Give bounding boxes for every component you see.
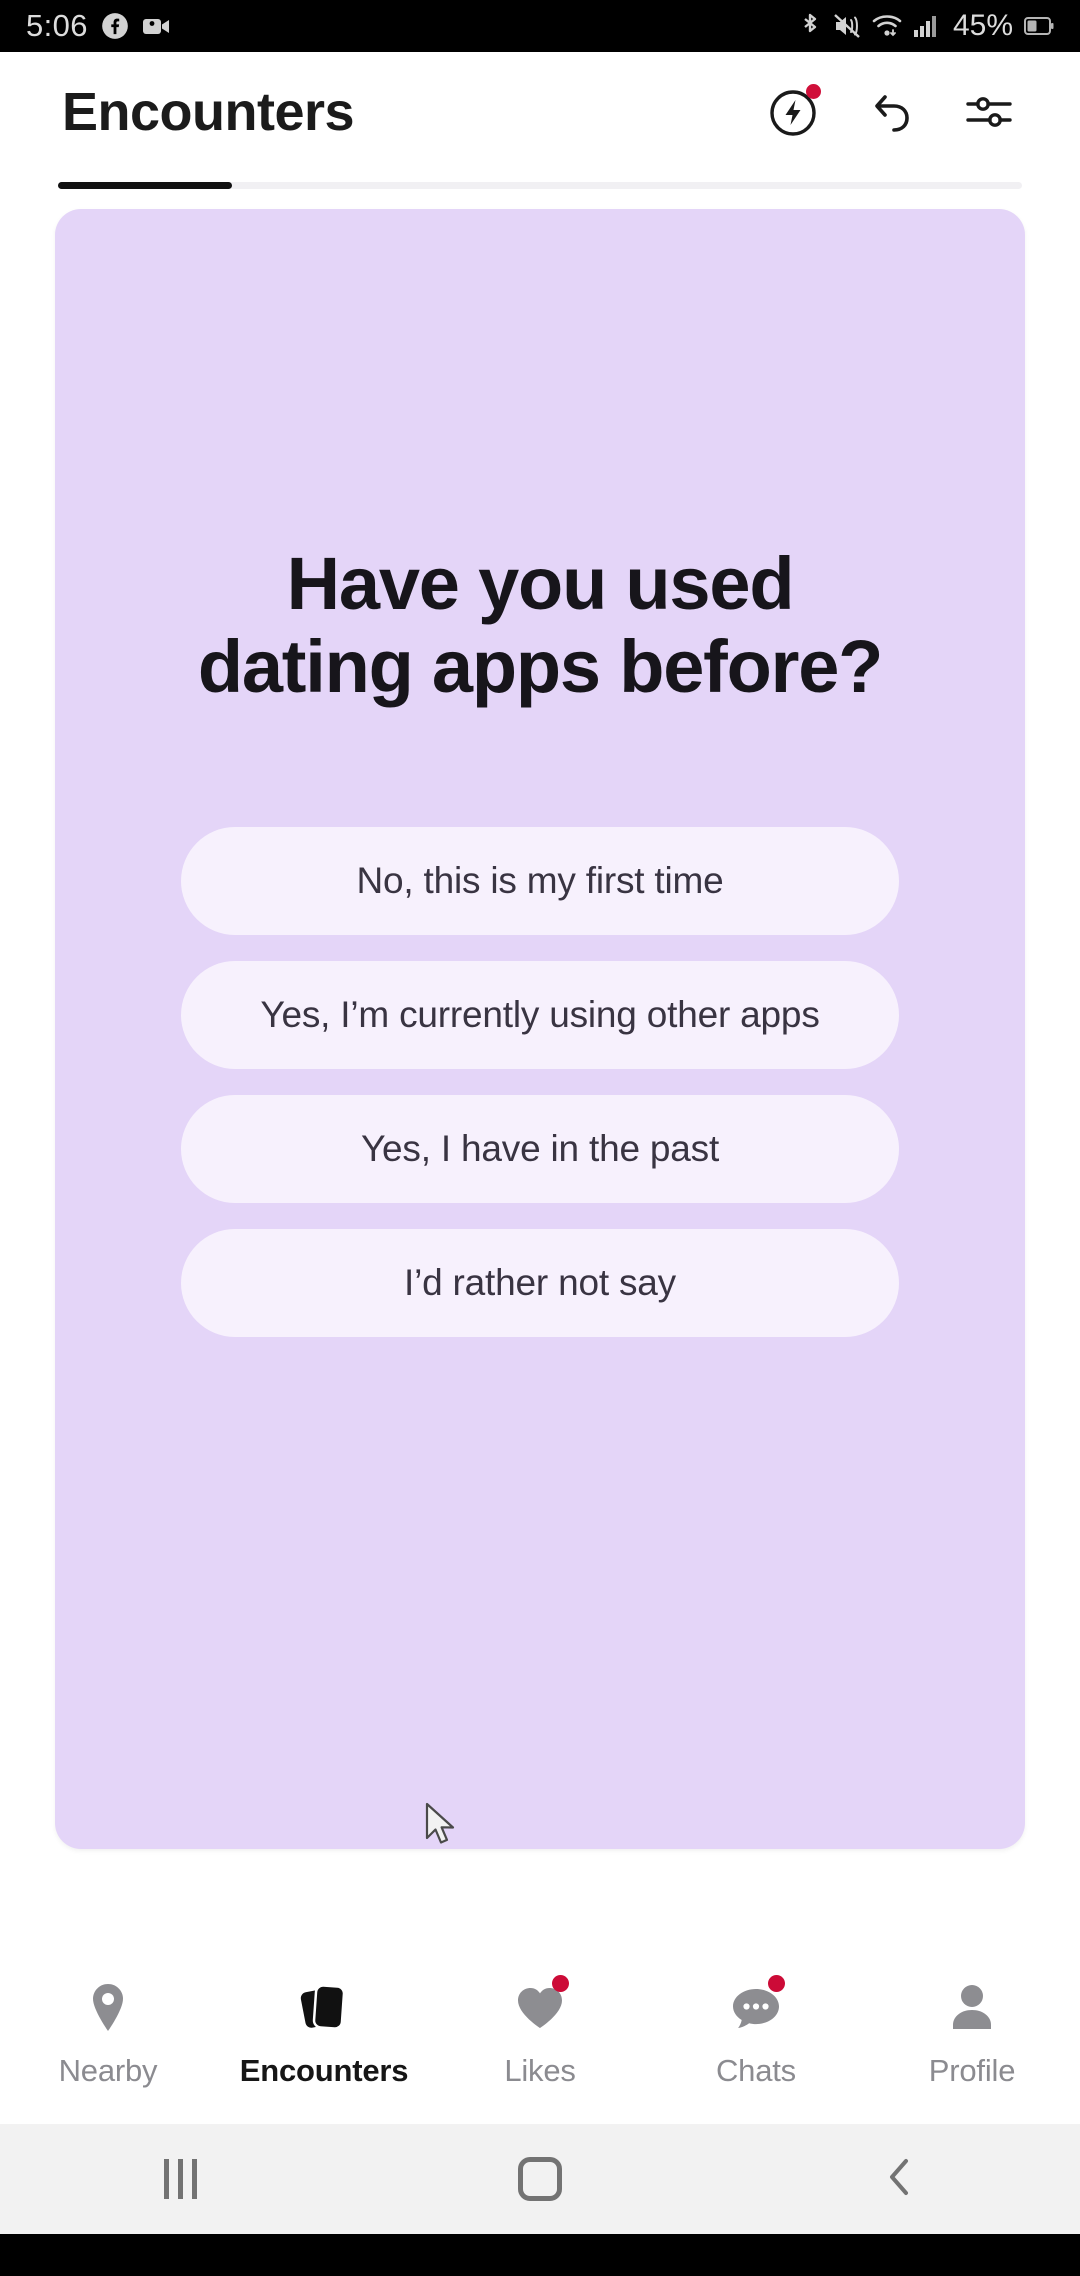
back-icon bbox=[880, 2153, 920, 2206]
video-camera-icon bbox=[142, 15, 172, 37]
chats-badge bbox=[768, 1975, 785, 1992]
mouse-cursor bbox=[425, 1802, 459, 1850]
facebook-icon bbox=[101, 12, 129, 40]
system-navigation-bar bbox=[0, 2124, 1080, 2234]
progress-track bbox=[58, 182, 1022, 189]
home-button[interactable] bbox=[465, 2144, 615, 2214]
heart-icon bbox=[509, 1975, 571, 2039]
nav-item-nearby[interactable]: Nearby bbox=[0, 1977, 216, 2089]
answer-option[interactable]: No, this is my first time bbox=[181, 826, 899, 935]
status-bar-left: 5:06 bbox=[26, 8, 172, 44]
answer-option[interactable]: Yes, I’m currently using other apps bbox=[181, 960, 899, 1069]
boost-badge bbox=[806, 84, 821, 99]
battery-icon bbox=[1024, 16, 1054, 36]
wifi-icon bbox=[872, 13, 902, 39]
bluetooth-icon bbox=[798, 11, 822, 41]
nav-label: Profile bbox=[928, 2053, 1016, 2088]
status-bar-right: 45% bbox=[798, 9, 1054, 43]
filter-sliders-icon[interactable] bbox=[960, 83, 1018, 141]
home-icon bbox=[518, 2157, 562, 2201]
answer-options: No, this is my first time Yes, I’m curre… bbox=[55, 826, 1025, 1337]
page-title: Encounters bbox=[62, 82, 355, 142]
question-text: Have you used dating apps before? bbox=[197, 542, 884, 708]
bottom-navigation: Nearby Encounters Likes Chats Profile bbox=[0, 1959, 1080, 2124]
nav-label: Nearby bbox=[58, 2053, 158, 2088]
stacked-cards-icon bbox=[293, 1977, 355, 2039]
question-card: Have you used dating apps before? No, th… bbox=[55, 209, 1025, 1849]
status-bar: 5:06 45% bbox=[0, 0, 1080, 52]
app-header: Encounters bbox=[0, 52, 1080, 172]
mute-icon bbox=[833, 13, 861, 39]
boost-icon[interactable] bbox=[764, 83, 822, 141]
progress-fill bbox=[58, 182, 232, 189]
answer-option[interactable]: Yes, I have in the past bbox=[181, 1094, 899, 1203]
chat-bubble-icon bbox=[725, 1975, 787, 2039]
recents-button[interactable] bbox=[105, 2144, 255, 2214]
status-time: 5:06 bbox=[26, 8, 88, 43]
person-icon bbox=[941, 1977, 1003, 2039]
cellular-signal-icon bbox=[913, 14, 939, 38]
recents-icon bbox=[163, 2159, 197, 2199]
phone-screen: 5:06 45% Encounters Have you used dating… bbox=[0, 0, 1080, 2276]
battery-percent-label: 45% bbox=[952, 9, 1013, 42]
likes-badge bbox=[552, 1975, 569, 1992]
app-surface: Encounters Have you used dating apps bef… bbox=[0, 52, 1080, 2124]
nav-item-likes[interactable]: Likes bbox=[432, 1975, 648, 2089]
answer-option[interactable]: I’d rather not say bbox=[181, 1228, 899, 1337]
location-pin-icon bbox=[77, 1977, 139, 2039]
nav-label: Chats bbox=[716, 2053, 796, 2088]
nav-label: Encounters bbox=[239, 2053, 409, 2088]
header-actions bbox=[764, 83, 1018, 141]
back-button[interactable] bbox=[825, 2144, 975, 2214]
screen-bottom-fill bbox=[0, 2234, 1080, 2276]
nav-label: Likes bbox=[504, 2053, 576, 2088]
nav-item-profile[interactable]: Profile bbox=[864, 1977, 1080, 2089]
undo-icon[interactable] bbox=[862, 83, 920, 141]
nav-item-chats[interactable]: Chats bbox=[648, 1975, 864, 2089]
nav-item-encounters[interactable]: Encounters bbox=[216, 1977, 432, 2089]
